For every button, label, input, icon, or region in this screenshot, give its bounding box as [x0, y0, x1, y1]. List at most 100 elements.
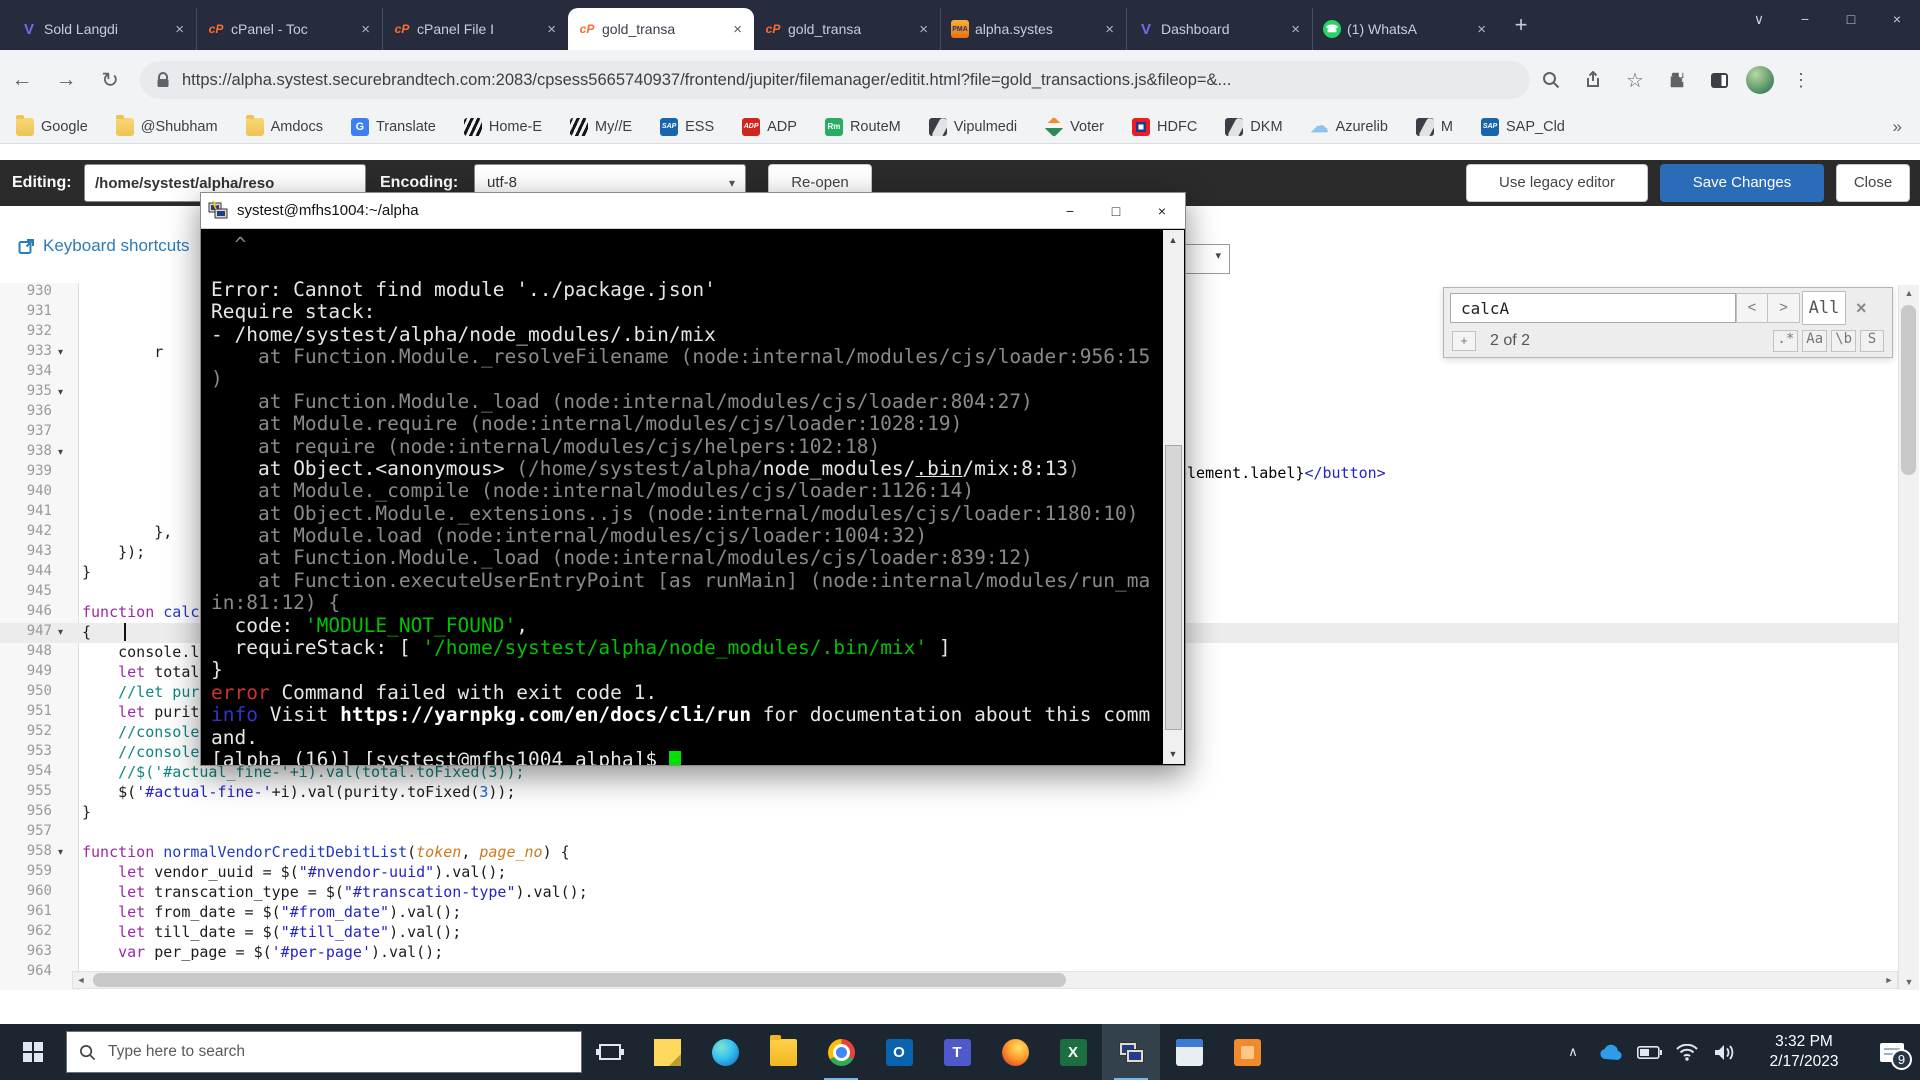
taskbar-search-box[interactable]: Type here to search [66, 1031, 582, 1073]
window-maximize-icon[interactable]: □ [1828, 0, 1874, 38]
start-button[interactable] [0, 1024, 66, 1080]
tab-close-icon[interactable]: × [1475, 21, 1488, 38]
terminal-output[interactable]: ^Error: Cannot find module '../package.j… [201, 229, 1163, 765]
search-all-button[interactable]: All [1802, 291, 1846, 325]
code-line[interactable]: 956} [0, 803, 1898, 823]
search-word-toggle[interactable]: \b [1831, 330, 1856, 352]
bookmark-item[interactable]: ADPADP [742, 118, 797, 136]
bookmark-item[interactable]: GTranslate [351, 118, 436, 136]
battery-icon[interactable] [1630, 1024, 1668, 1080]
code-line[interactable]: 962 let till_date = $("#till_date").val(… [0, 923, 1898, 943]
bookmark-item[interactable]: Vipulmedi [929, 118, 1017, 136]
bookmark-item[interactable]: ☁Azurelib [1311, 118, 1388, 136]
putty-title-bar[interactable]: systest@mfhs1004:~/alpha − □ × [201, 193, 1185, 229]
horizontal-scrollbar[interactable]: ◄ ► [72, 971, 1898, 989]
code-line[interactable]: 958▾function normalVendorCreditDebitList… [0, 843, 1898, 863]
taskbar-app-file-explorer[interactable] [754, 1024, 812, 1080]
lock-icon[interactable] [156, 72, 170, 88]
task-view-button[interactable] [582, 1024, 638, 1080]
bookmark-item[interactable]: Amdocs [246, 118, 323, 136]
fold-arrow-icon[interactable]: ▾ [58, 443, 63, 463]
window-minimize-icon[interactable]: − [1782, 0, 1828, 38]
search-selection-toggle[interactable]: S [1860, 330, 1884, 352]
search-add-button[interactable]: + [1452, 331, 1476, 351]
bookmark-item[interactable]: SAPESS [660, 118, 714, 136]
bookmark-item[interactable]: Voter [1045, 118, 1104, 136]
code-line[interactable]: 954 //$('#actual_fine-'+i).val(total.toF… [0, 763, 1898, 783]
volume-icon[interactable] [1706, 1024, 1744, 1080]
url-bar[interactable]: https://alpha.systest.securebrandtech.co… [140, 61, 1530, 99]
browser-tab[interactable]: cPgold_transa× [754, 8, 940, 50]
taskbar-app-edge[interactable] [696, 1024, 754, 1080]
terminal-scroll-up-icon[interactable]: ▲ [1165, 232, 1181, 248]
tab-close-icon[interactable]: × [917, 21, 930, 38]
back-icon[interactable]: ← [0, 68, 44, 92]
taskbar-app-outlook[interactable]: O [870, 1024, 928, 1080]
browser-tab[interactable]: cPgold_transa× [568, 8, 754, 50]
tab-close-icon[interactable]: × [173, 21, 186, 38]
putty-maximize-icon[interactable]: □ [1093, 193, 1139, 229]
taskbar-app-firefox[interactable] [986, 1024, 1044, 1080]
fold-arrow-icon[interactable]: ▾ [58, 623, 63, 643]
keyboard-shortcuts-link[interactable]: Keyboard shortcuts [18, 236, 189, 256]
taskbar-app-calculator[interactable] [1160, 1024, 1218, 1080]
wifi-icon[interactable] [1668, 1024, 1706, 1080]
save-changes-button[interactable]: Save Changes [1660, 164, 1824, 202]
code-line[interactable]: 957 [0, 823, 1898, 843]
putty-minimize-icon[interactable]: − [1047, 193, 1093, 229]
browser-tab[interactable]: cPcPanel File I× [382, 8, 568, 50]
search-case-toggle[interactable]: Aa [1802, 330, 1827, 352]
code-line[interactable]: 961 let from_date = $("#from_date").val(… [0, 903, 1898, 923]
scroll-down-icon[interactable]: ▼ [1901, 974, 1917, 990]
horizontal-scrollbar-thumb[interactable] [93, 973, 1066, 987]
close-button[interactable]: Close [1836, 164, 1910, 202]
use-legacy-editor-button[interactable]: Use legacy editor [1466, 164, 1648, 202]
taskbar-app-excel[interactable]: X [1044, 1024, 1102, 1080]
new-tab-button[interactable]: + [1506, 10, 1536, 40]
tab-close-icon[interactable]: × [545, 21, 558, 38]
taskbar-app-teams[interactable]: T [928, 1024, 986, 1080]
browser-tab[interactable]: VSold Langdi× [10, 8, 196, 50]
bookmark-item[interactable]: Home-E [464, 118, 542, 136]
search-input[interactable] [1450, 293, 1736, 323]
terminal-scroll-down-icon[interactable]: ▼ [1165, 746, 1181, 762]
browser-tab[interactable]: ☎(1) WhatsA× [1312, 8, 1498, 50]
putty-terminal-window[interactable]: systest@mfhs1004:~/alpha − □ × ^Error: C… [200, 192, 1186, 766]
onedrive-icon[interactable] [1592, 1024, 1630, 1080]
fold-arrow-icon[interactable]: ▾ [58, 843, 63, 863]
code-line[interactable]: 959 let vendor_uuid = $("#nvendor-uuid")… [0, 863, 1898, 883]
reload-icon[interactable]: ↻ [88, 68, 132, 93]
bookmark-item[interactable]: RmRouteM [825, 118, 901, 136]
terminal-scrollbar-thumb[interactable] [1165, 445, 1182, 730]
terminal-scrollbar[interactable]: ▲ ▼ [1163, 230, 1184, 764]
taskbar-clock[interactable]: 3:32 PM 2/17/2023 [1744, 1032, 1864, 1072]
scroll-right-icon[interactable]: ► [1881, 972, 1897, 988]
window-close-icon[interactable]: × [1874, 0, 1920, 38]
search-regex-toggle[interactable]: .* [1773, 330, 1798, 352]
bookmark-item[interactable]: HDFC [1132, 118, 1197, 136]
fold-arrow-icon[interactable]: ▾ [58, 383, 63, 403]
share-icon[interactable] [1572, 71, 1614, 89]
bookmark-item[interactable]: My//E [570, 118, 632, 136]
tab-close-icon[interactable]: × [1289, 21, 1302, 38]
search-close-icon[interactable]: × [1856, 298, 1867, 319]
bookmark-item[interactable]: SAPSAP_Cld [1481, 118, 1565, 136]
bookmark-item[interactable]: Google [16, 118, 88, 136]
bookmark-item[interactable]: @Shubham [116, 118, 218, 136]
bookmark-item[interactable]: DKM [1225, 118, 1282, 136]
search-next-button[interactable]: > [1768, 293, 1800, 323]
vertical-scrollbar[interactable]: ▲ ▼ [1898, 285, 1919, 990]
extensions-puzzle-icon[interactable] [1656, 71, 1698, 90]
browser-tab[interactable]: cPcPanel - Toc× [196, 8, 382, 50]
search-prev-button[interactable]: < [1736, 293, 1768, 323]
browser-tab[interactable]: VDashboard× [1126, 8, 1312, 50]
bookmarks-overflow-icon[interactable]: » [1893, 117, 1902, 137]
tray-chevron-up-icon[interactable]: ∧ [1554, 1024, 1592, 1080]
taskbar-app-photos[interactable] [1218, 1024, 1276, 1080]
taskbar-app-sticky-notes[interactable] [638, 1024, 696, 1080]
code-line[interactable]: 963 var per_page = $('#per-page').val(); [0, 943, 1898, 963]
window-menu-chevron-icon[interactable]: ∨ [1736, 0, 1782, 38]
scroll-left-icon[interactable]: ◄ [73, 972, 89, 988]
bookmark-item[interactable]: M [1416, 118, 1453, 136]
taskbar-app-chrome[interactable] [812, 1024, 870, 1080]
